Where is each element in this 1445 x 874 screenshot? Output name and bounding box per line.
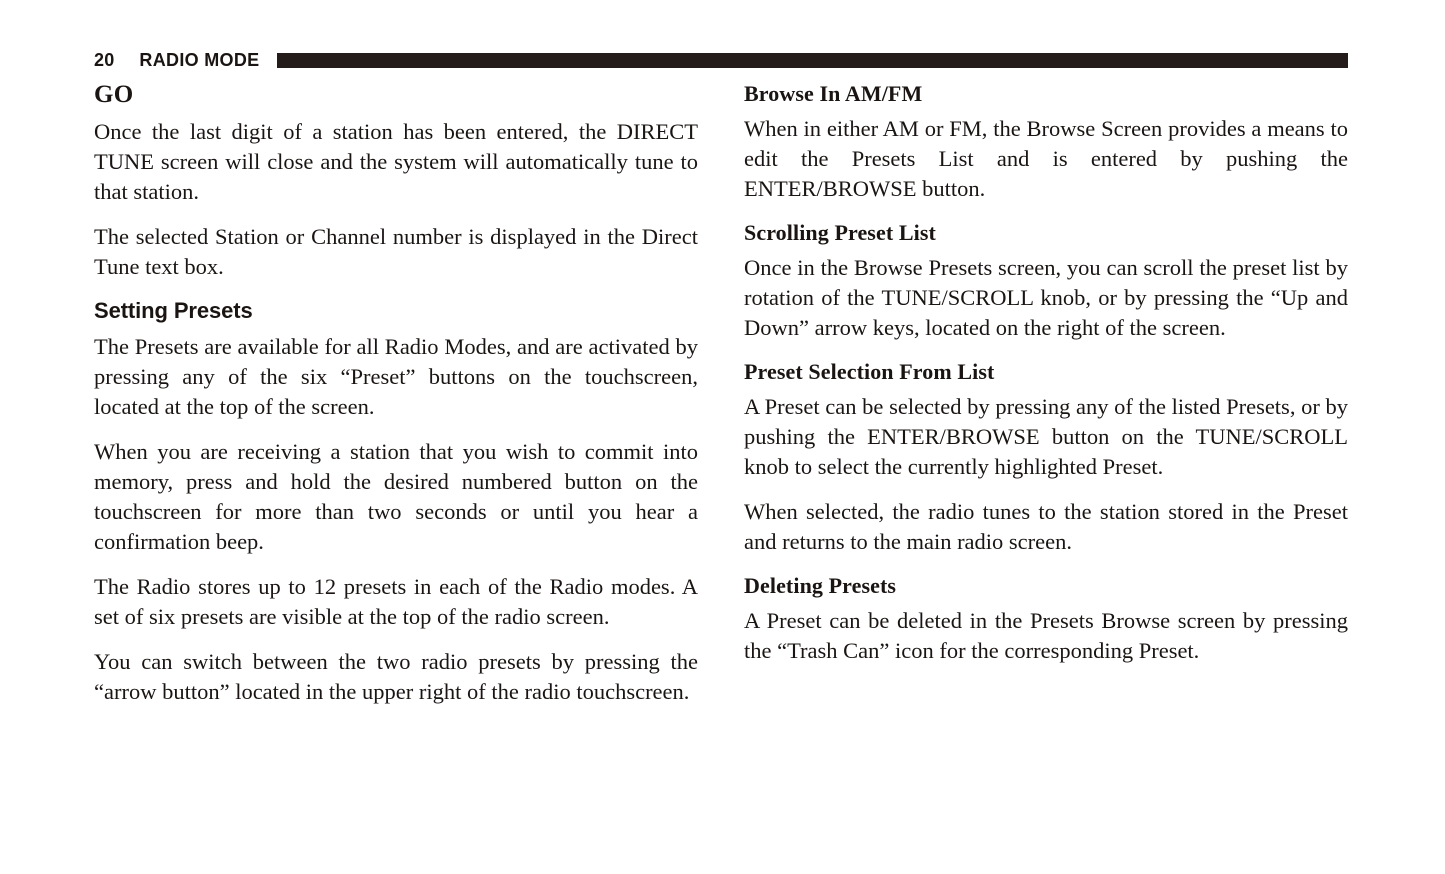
paragraph: Once in the Browse Presets screen, you c…	[744, 255, 1348, 340]
running-header: 20 RADIO MODE	[94, 47, 1348, 73]
paragraph: The selected Station or Channel number i…	[94, 224, 698, 279]
paragraph: You can switch between the two radio pre…	[94, 649, 698, 704]
section-setting-presets: Setting Presets The Presets are availabl…	[94, 297, 698, 707]
header-rule	[277, 53, 1348, 68]
page-number: 20	[94, 49, 115, 70]
heading-scrolling-preset-list: Scrolling Preset List	[744, 220, 936, 245]
paragraph: When selected, the radio tunes to the st…	[744, 499, 1348, 554]
paragraph: A Preset can be deleted in the Presets B…	[744, 608, 1348, 663]
manual-page: 20 RADIO MODE GO Once the last digit of …	[0, 0, 1445, 874]
section-browse-in-am-fm: Browse In AM/FM When in either AM or FM,…	[744, 80, 1348, 204]
heading-preset-selection-from-list: Preset Selection From List	[744, 359, 995, 384]
paragraph: When you are receiving a station that yo…	[94, 439, 698, 554]
body-columns: GO Once the last digit of a station has …	[94, 80, 1348, 722]
paragraph: Once the last digit of a station has bee…	[94, 119, 698, 204]
section-deleting-presets: Deleting Presets A Preset can be deleted…	[744, 572, 1348, 666]
paragraph: When in either AM or FM, the Browse Scre…	[744, 116, 1348, 201]
heading-deleting-presets: Deleting Presets	[744, 573, 897, 598]
section-scrolling-preset-list: Scrolling Preset List Once in the Browse…	[744, 219, 1348, 343]
right-column: Browse In AM/FM When in either AM or FM,…	[744, 80, 1348, 722]
paragraph: A Preset can be selected by pressing any…	[744, 394, 1348, 479]
running-header-title: RADIO MODE	[139, 49, 260, 70]
heading-browse-in-am-fm: Browse In AM/FM	[744, 81, 923, 106]
section-preset-selection-from-list: Preset Selection From List A Preset can …	[744, 358, 1348, 557]
heading-setting-presets: Setting Presets	[94, 298, 253, 323]
heading-go: GO	[94, 81, 134, 108]
paragraph: The Presets are available for all Radio …	[94, 334, 698, 419]
paragraph: The Radio stores up to 12 presets in eac…	[94, 574, 698, 629]
section-go: GO Once the last digit of a station has …	[94, 80, 698, 282]
left-column: GO Once the last digit of a station has …	[94, 80, 698, 722]
